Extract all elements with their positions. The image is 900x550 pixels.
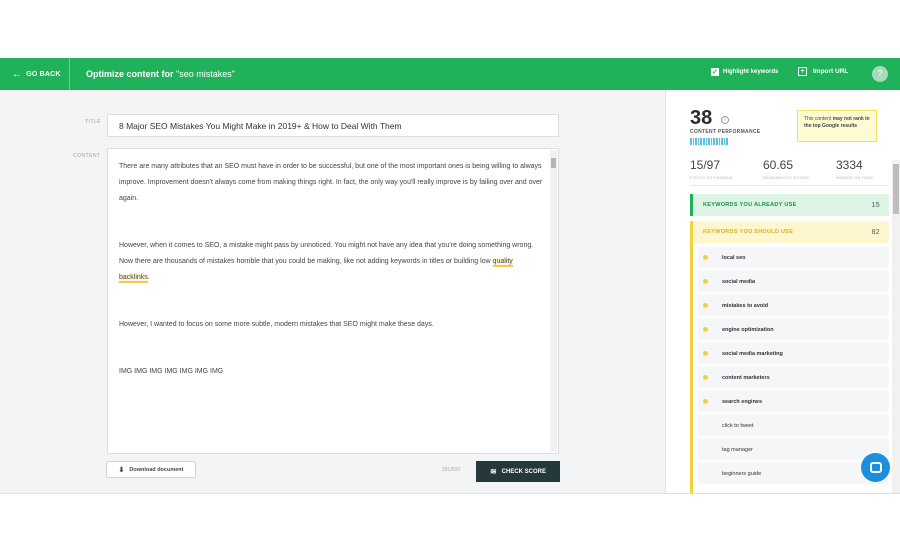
ranking-warning-text: This content [804,116,833,122]
keywords-used-header[interactable]: KEYWORDS YOU ALREADY USE 15 [690,194,889,216]
title-input[interactable]: 8 Major SEO Mistakes You Might Make in 2… [107,114,559,137]
divider [690,185,888,186]
page-title-prefix: Optimize content for [86,69,176,79]
keyword-text: click to tweet [722,422,754,429]
words-value: 3334 [836,158,863,172]
keyword-text: social media [722,278,756,285]
keyword-item[interactable]: click to tweet [698,415,889,436]
score-panel: 38 i CONTENT PERFORMANCE This content ma… [665,90,900,493]
keyword-text: beginners guide [722,470,762,477]
content-label: CONTENT [73,153,101,159]
check-score-button[interactable]: ≋ CHECK SCORE [476,461,560,482]
app-frame: ← GO BACK Optimize content for "seo mist… [0,58,900,493]
paragraph-3: However, I wanted to focus on some more … [119,321,434,328]
download-label: Download document [129,466,184,473]
help-button[interactable]: ? [872,66,888,82]
check-score-label: CHECK SCORE [501,468,547,475]
go-back-button[interactable]: ← GO BACK [0,58,70,90]
bullet-dot-icon [703,279,708,284]
keyword-item[interactable]: social media [698,271,889,292]
highlight-keywords-label: Highlight keywords [723,69,779,75]
page-title-keyword: "seo mistakes" [176,69,235,79]
keyword-item[interactable]: engine optimization [698,319,889,340]
word-count: 291/500 [442,467,461,473]
keyword-item[interactable]: search engines [698,391,889,412]
content-score: 38 [690,107,713,129]
download-document-button[interactable]: ⬇ Download document [106,461,196,478]
keywords-suggested-label: KEYWORDS YOU SHOULD USE [703,229,794,235]
keyword-text: engine optimization [722,326,774,333]
import-url-label: Import URL [813,68,849,75]
chat-bubble-icon [869,462,882,473]
readability-value: 60.65 [763,158,794,172]
bottom-divider [0,493,900,494]
keyword-text: mistakes to avoid [722,302,769,309]
bullet-dot-icon [703,399,708,404]
title-label: TITLE [85,119,102,125]
keyword-text: tag manager [722,446,753,453]
keyword-text: social media marketing [722,350,783,357]
content-scrollbar[interactable] [550,150,557,452]
content-performance-label: CONTENT PERFORMANCE [690,129,761,135]
suggested-list-accent [690,243,693,493]
performance-bar [690,138,728,145]
bullet-dot-icon [703,351,708,356]
panel-scrollbar[interactable] [892,160,900,493]
keyword-text: content marketers [722,374,770,381]
words-label: WORDS ON PAGE [836,175,875,180]
keyword-item[interactable]: tag manager [698,439,889,460]
bullet-dot-icon [703,375,708,380]
arrow-left-icon: ← [12,68,23,80]
bullet-dot-icon [703,327,708,332]
keywords-suggested-count: 82 [871,228,880,236]
keyword-item[interactable]: local seo [698,247,889,268]
panel-scrollbar-thumb[interactable] [893,164,899,214]
keyword-text: local seo [722,254,746,261]
signal-icon: ≋ [489,467,497,476]
ranking-warning: This content may not rank in the top Goo… [797,110,877,142]
top-bar: ← GO BACK Optimize content for "seo mist… [0,58,900,90]
import-url-button[interactable]: + Import URL [798,67,848,76]
content-scrollbar-thumb[interactable] [551,158,556,168]
highlight-keywords-toggle[interactable]: ✓ Highlight keywords [711,68,778,76]
bullet-dot-icon [703,255,708,260]
focus-keywords-value: 15/97 [690,158,721,172]
keyword-item[interactable]: content marketers [698,367,889,388]
import-icon: + [798,67,807,76]
paragraph-2: However, when it comes to SEO, a mistake… [119,238,544,286]
download-icon: ⬇ [118,466,125,474]
paragraph-2-text: However, when it comes to SEO, a mistake… [119,242,534,265]
checkbox-checked-icon[interactable]: ✓ [711,68,719,76]
paragraph-2-end: . [147,274,150,281]
keyword-item[interactable]: social media marketing [698,343,889,364]
paragraph-4: IMG IMG IMG IMG IMG IMG IMG [119,368,224,375]
keyword-item[interactable]: mistakes to avoid [698,295,889,316]
page-title: Optimize content for "seo mistakes" [86,69,235,79]
bullet-dot-icon [703,303,708,308]
readability-label: READABILITY SCORE [763,175,810,180]
chat-button[interactable] [861,453,890,482]
go-back-label: GO BACK [26,70,61,78]
focus-keywords-label: FOCUS KEYWORDS [690,175,733,180]
content-editor[interactable]: There are many attributes that an SEO mu… [107,148,559,454]
info-icon[interactable]: i [721,116,729,124]
keywords-used-label: KEYWORDS YOU ALREADY USE [703,202,797,208]
paragraph-1: There are many attributes that an SEO mu… [119,163,543,202]
keyword-text: search engines [722,398,763,405]
keywords-suggested-header[interactable]: KEYWORDS YOU SHOULD USE 82 [690,221,889,243]
content-text[interactable]: There are many attributes that an SEO mu… [119,159,544,411]
keywords-used-count: 15 [871,201,880,209]
